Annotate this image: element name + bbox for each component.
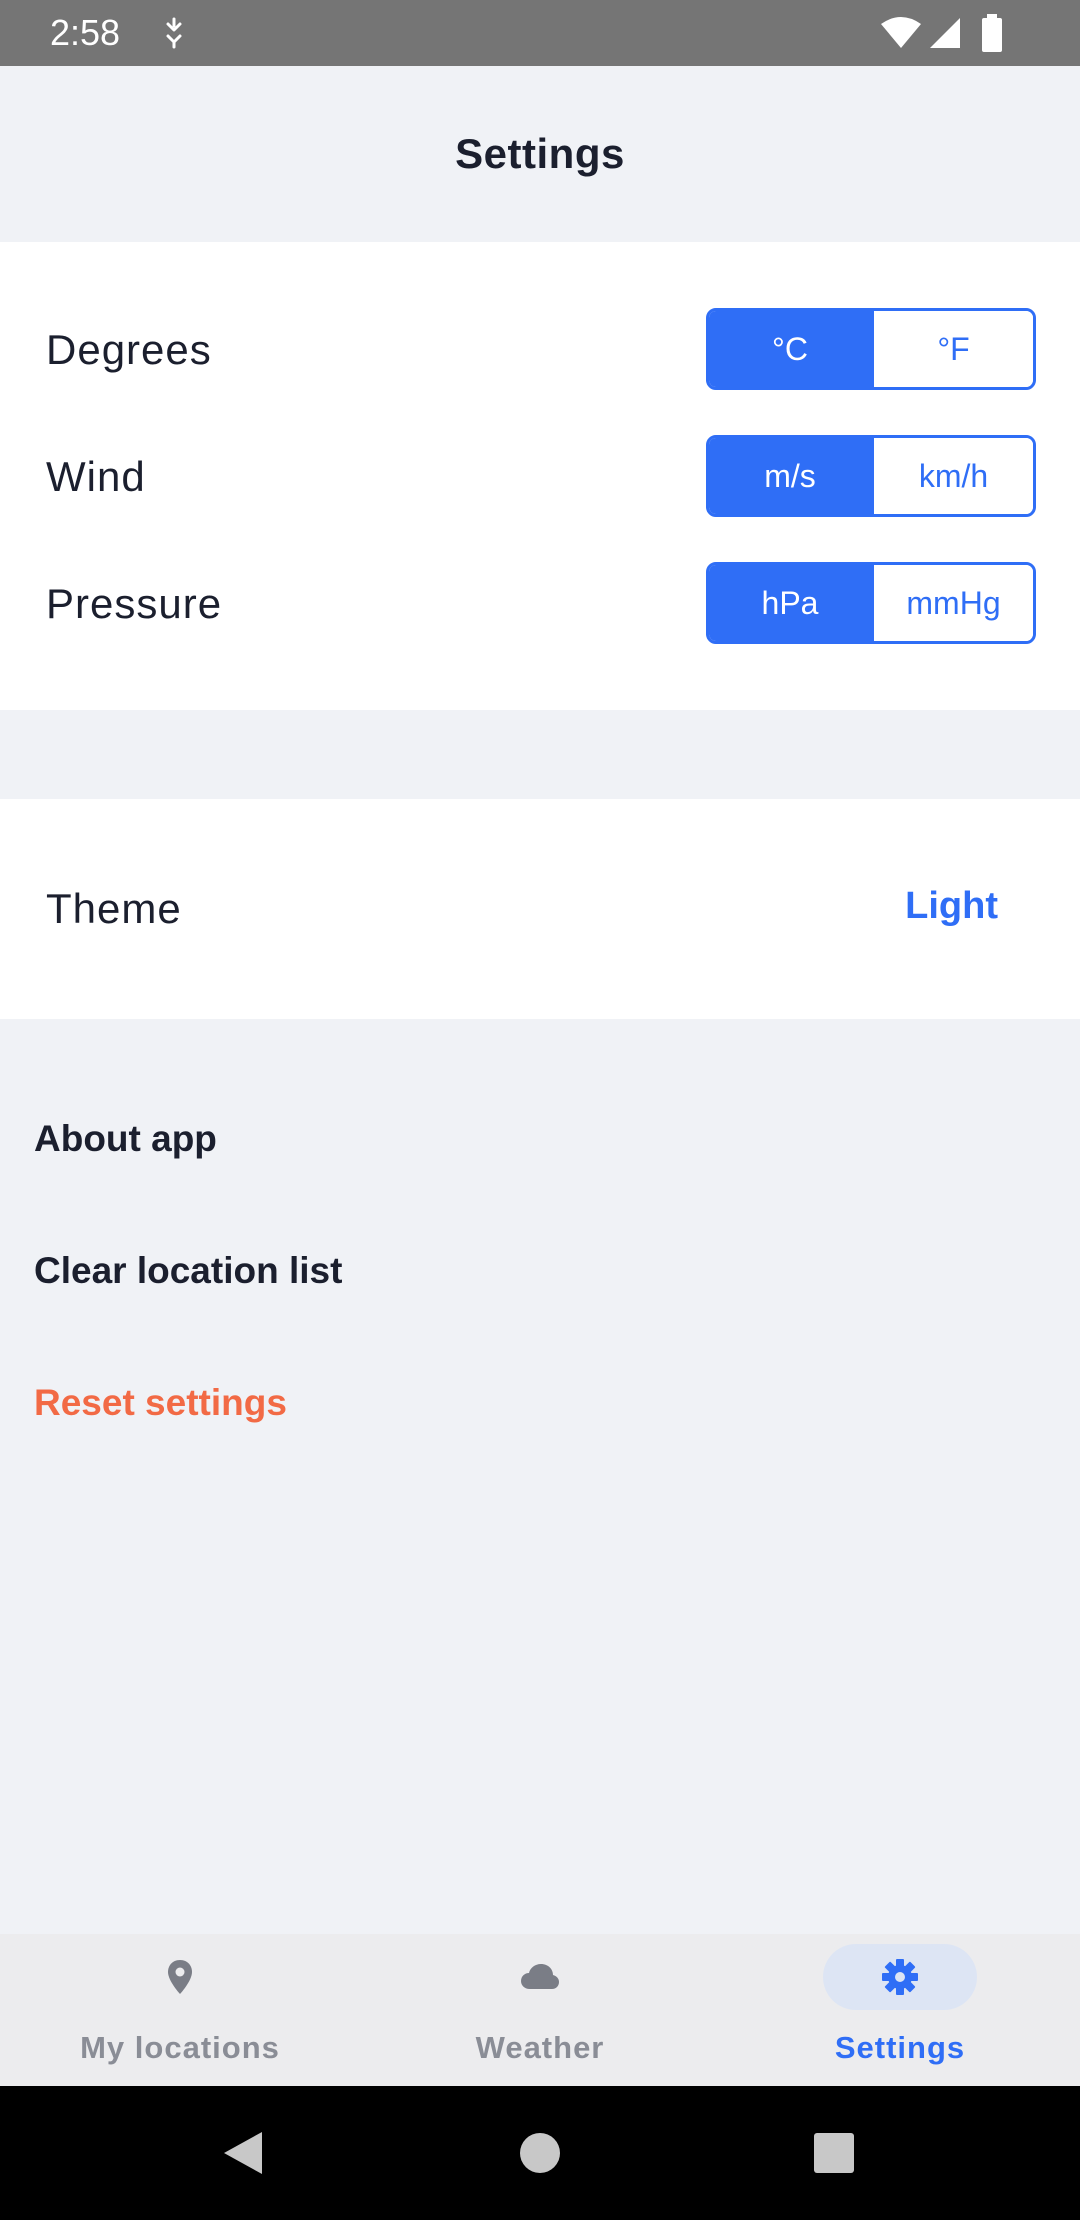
nav-label-settings: Settings [834, 2030, 966, 2065]
about-app-button[interactable]: About app [34, 1118, 217, 1160]
header: Settings [0, 66, 1080, 242]
recents-icon[interactable] [813, 2132, 855, 2174]
nav-icon-wrap [463, 1944, 617, 2010]
location-pin-icon [168, 1960, 192, 1994]
pressure-label: Pressure [46, 580, 223, 627]
back-icon[interactable] [222, 2130, 264, 2176]
reset-settings-button[interactable]: Reset settings [34, 1382, 287, 1424]
hpa-option[interactable]: hPa [709, 565, 871, 641]
bottom-navigation: My locations Weather Settings [0, 1934, 1080, 2086]
wifi-icon [881, 17, 921, 48]
pressure-toggle: hPa mmHg [706, 562, 1036, 644]
system-navigation-bar [0, 2086, 1080, 2220]
wind-row: Wind m/s km/h [0, 435, 1080, 517]
nav-settings[interactable]: Settings [720, 1934, 1080, 2086]
mmhg-option[interactable]: mmHg [871, 565, 1033, 641]
home-icon[interactable] [519, 2132, 561, 2174]
units-card: Degrees °C °F Wind m/s km/h Pressure hPa… [0, 242, 1080, 710]
page-title: Settings [455, 130, 625, 177]
sync-icon [166, 17, 182, 49]
theme-label: Theme [46, 885, 182, 932]
degrees-row: Degrees °C °F [0, 308, 1080, 390]
status-bar: 2:58 [0, 0, 1080, 66]
wind-toggle: m/s km/h [706, 435, 1036, 517]
meters-per-second-option[interactable]: m/s [709, 438, 871, 514]
status-time: 2:58 [50, 12, 121, 53]
theme-row[interactable]: Theme Light [0, 799, 1080, 1019]
cell-signal-icon [930, 18, 960, 48]
settings-screen: 2:58 Settings Degrees °C °F Wind m/s km/… [0, 0, 1080, 2220]
cloud-icon [521, 1964, 559, 1989]
pressure-row: Pressure hPa mmHg [0, 562, 1080, 644]
nav-my-locations[interactable]: My locations [0, 1934, 360, 2086]
nav-label-weather: Weather [475, 2030, 605, 2065]
degrees-toggle: °C °F [706, 308, 1036, 390]
nav-weather[interactable]: Weather [360, 1934, 720, 2086]
theme-value[interactable]: Light [905, 885, 998, 928]
nav-icon-wrap [103, 1944, 257, 2010]
fahrenheit-option[interactable]: °F [871, 311, 1033, 387]
kilometers-per-hour-option[interactable]: km/h [871, 438, 1033, 514]
nav-label-my-locations: My locations [80, 2030, 280, 2065]
wind-label: Wind [46, 453, 146, 500]
gear-icon [882, 1959, 918, 1995]
battery-icon [982, 14, 1002, 52]
degrees-label: Degrees [46, 326, 212, 373]
celsius-option[interactable]: °C [709, 311, 871, 387]
clear-location-list-button[interactable]: Clear location list [34, 1250, 342, 1292]
nav-icon-wrap-active [823, 1944, 977, 2010]
